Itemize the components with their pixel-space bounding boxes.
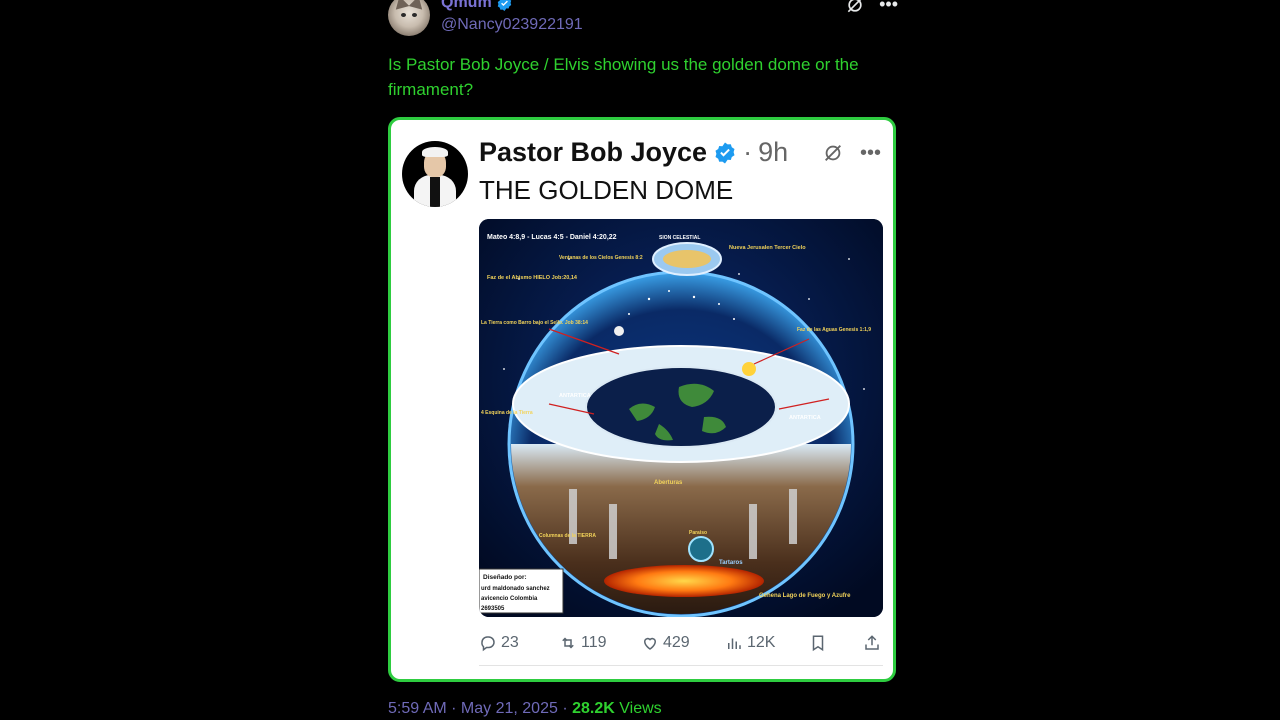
quoted-post-image[interactable]: Mateo 4:8,9 - Lucas 4:5 - Daniel 4:20,22… (479, 219, 883, 617)
quoted-author-avatar[interactable] (402, 141, 468, 207)
label-tierra-barro: La Tierra como Barro bajo el Sello. Job … (481, 320, 588, 326)
quoted-author-name-text[interactable]: Pastor Bob Joyce (479, 137, 707, 168)
verified-badge-icon (497, 0, 511, 11)
post-meta: 5:59 AM · May 21, 2025 · 28.2K Views (388, 700, 662, 718)
grok-icon[interactable] (845, 0, 865, 15)
reply-count: 23 (501, 634, 519, 651)
views-count: 12K (747, 634, 776, 651)
quoted-action-bar: 23 119 429 12K (479, 634, 883, 660)
heart-icon (643, 637, 657, 650)
more-options-icon[interactable]: ••• (879, 0, 898, 15)
post-timestamp[interactable]: 5:59 AM · May 21, 2025 (388, 700, 558, 717)
more-options-icon[interactable]: ••• (860, 142, 881, 165)
repost-icon (562, 637, 574, 649)
label-credit-3: 2693505 (481, 606, 505, 612)
label-paraiso: Paraiso (689, 530, 707, 536)
label-sion: SION CELESTIAL (659, 235, 700, 241)
label-faz-abismo: Faz de el Abismo HIELO Job:20,14 (487, 275, 578, 281)
label-credit-2: avicencio Colombia (481, 596, 538, 602)
post-views-count: 28.2K (572, 700, 615, 717)
label-disenado: Diseñado por: (483, 574, 527, 581)
quoted-post-text: THE GOLDEN DOME (479, 175, 734, 205)
label-columnas: Columnas de la TIERRA (539, 533, 596, 539)
post-header: Qmum @Nancy023922191 ••• (388, 0, 898, 42)
label-antartica-right: ANTARTICA (789, 415, 821, 421)
label-top-refs: Mateo 4:8,9 - Lucas 4:5 - Daniel 4:20,22 (487, 234, 617, 241)
like-button[interactable]: 429 (641, 634, 690, 652)
author-display-name[interactable]: Qmum (441, 0, 513, 12)
quoted-post-card[interactable]: Pastor Bob Joyce · 9h ••• THE GOLDEN DOM… (388, 117, 896, 682)
repost-button[interactable]: 119 (559, 634, 607, 652)
bookmark-button[interactable] (809, 634, 827, 652)
label-aberturas: Aberturas (654, 480, 683, 486)
share-icon (865, 635, 879, 650)
reply-icon (481, 636, 495, 652)
post-views-label: Views (619, 700, 662, 717)
label-faz-aguas: Faz de las Aguas Genesis 1:1,9 (797, 327, 871, 333)
reply-button[interactable]: 23 (479, 634, 519, 652)
analytics-icon (728, 638, 741, 649)
label-credit-1: urd maldonado sanchez (481, 586, 550, 592)
grok-icon[interactable] (822, 142, 844, 164)
label-ventanas: Ventanas de los Cielos Genesis 8:2 (559, 255, 643, 261)
author-avatar[interactable] (388, 0, 430, 36)
views-button[interactable]: 12K (725, 634, 775, 652)
quoted-header-actions: ••• (822, 142, 881, 165)
post-text: Is Pastor Bob Joyce / Elvis showing us t… (388, 55, 859, 99)
label-esquina: 4 Esquina de la Tierra (481, 410, 533, 416)
author-name-text[interactable]: Qmum (441, 0, 492, 12)
verified-badge-icon (715, 142, 735, 163)
quoted-post-time[interactable]: 9h (758, 137, 788, 168)
golden-dome-infographic: Mateo 4:8,9 - Lucas 4:5 - Daniel 4:20,22… (479, 219, 883, 617)
author-handle[interactable]: @Nancy023922191 (441, 16, 583, 34)
time-separator: · (743, 137, 753, 167)
like-count: 429 (663, 634, 690, 651)
label-tartaros: Tartaros (719, 560, 743, 566)
share-button[interactable] (863, 634, 881, 652)
label-gehena: Gehena Lago de Fuego y Azufre (759, 593, 851, 599)
divider (479, 665, 883, 666)
quoted-author-name[interactable]: Pastor Bob Joyce · 9h (479, 137, 788, 168)
header-actions: ••• (845, 0, 898, 15)
bookmark-icon (812, 635, 824, 652)
label-nueva-jerusalen: Nueva Jerusalen Tercer Cielo (729, 245, 806, 251)
label-antartica-left: ANTARTICA (559, 393, 591, 399)
repost-count: 119 (581, 634, 607, 651)
meta-separator: · (562, 700, 568, 717)
